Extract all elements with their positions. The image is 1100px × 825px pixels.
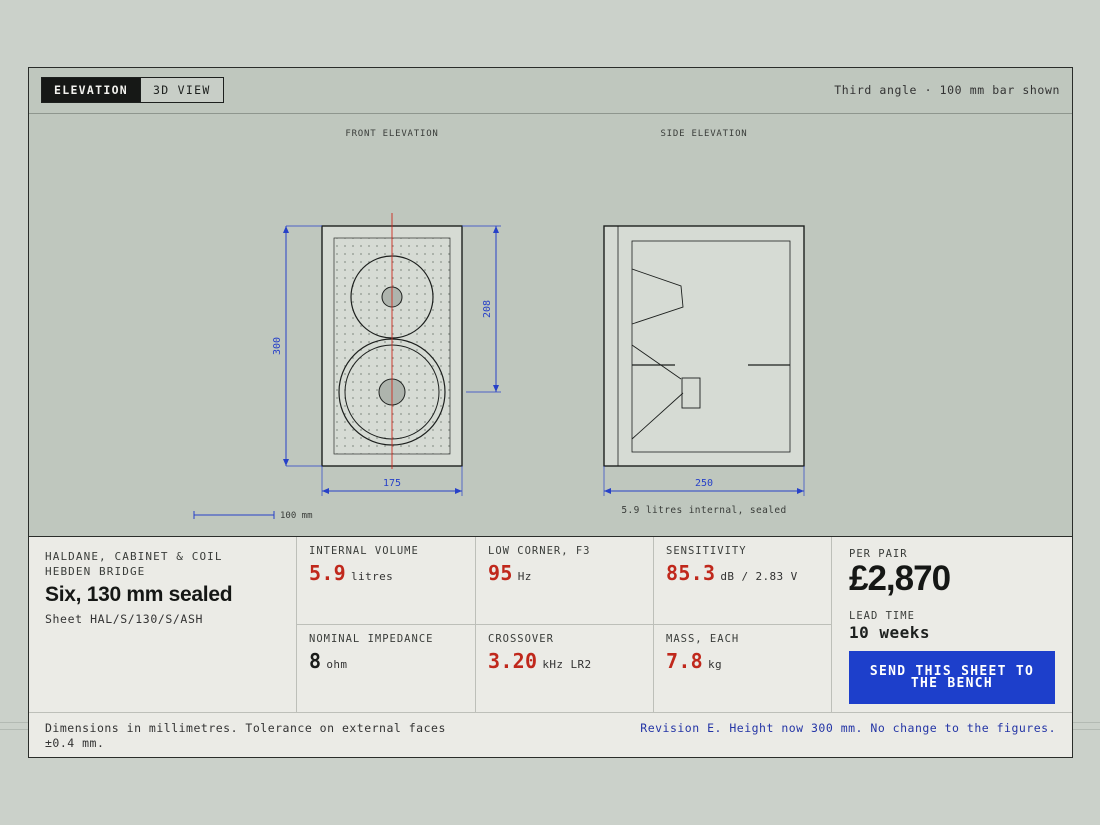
spec-value: 85.3 xyxy=(666,561,716,585)
view-tabs: ELEVATION 3D VIEW xyxy=(41,77,224,103)
sheet-reference: Sheet HAL/S/130/S/ASH xyxy=(45,612,203,626)
spec-label: MASS, EACH xyxy=(666,633,740,645)
pricing-panel: PER PAIR £2,870 LEAD TIME 10 weeks SEND … xyxy=(832,537,1072,712)
spec-panel: HALDANE, CABINET & COIL HEBDEN BRIDGE Si… xyxy=(29,536,1072,757)
spec-mass: MASS, EACH 7.8 kg xyxy=(654,625,832,712)
spec-nominal-impedance: NOMINAL IMPEDANCE 8 ohm xyxy=(297,625,476,712)
spec-unit: ohm xyxy=(326,658,348,671)
spec-value: 5.9 xyxy=(309,561,347,585)
spec-grid: INTERNAL VOLUME 5.9 litres LOW CORNER, F3… xyxy=(297,537,832,712)
model-title: Six, 130 mm sealed xyxy=(45,583,233,606)
spec-label: CROSSOVER xyxy=(488,633,554,645)
tab-elevation[interactable]: ELEVATION xyxy=(42,78,141,102)
projection-note: Third angle · 100 mm bar shown xyxy=(834,83,1060,97)
spec-value: 95 xyxy=(488,561,513,585)
width-dimension: 175 xyxy=(383,478,401,489)
spec-unit: litres xyxy=(351,570,394,583)
spec-unit: kg xyxy=(708,658,723,671)
view-toolbar: ELEVATION 3D VIEW Third angle · 100 mm b… xyxy=(29,68,1072,114)
side-elevation-title: SIDE ELEVATION xyxy=(660,129,747,139)
driver-span-dimension: 208 xyxy=(482,300,493,318)
spec-label: SENSITIVITY xyxy=(666,545,747,557)
spec-sensitivity: SENSITIVITY 85.3 dB / 2.83 V xyxy=(654,537,832,625)
height-dimension: 300 xyxy=(272,337,283,355)
lead-time-label: LEAD TIME xyxy=(849,610,915,622)
spec-value: 8 xyxy=(309,649,322,673)
side-caption: 5.9 litres internal, sealed xyxy=(621,505,786,516)
lead-time-value: 10 weeks xyxy=(849,623,931,642)
spec-value: 7.8 xyxy=(666,649,704,673)
scale-bar: 100 mm xyxy=(193,511,313,521)
side-view: 250 5.9 litres internal, sealed xyxy=(603,225,805,516)
spec-label: LOW CORNER, F3 xyxy=(488,545,591,557)
spec-unit: kHz LR2 xyxy=(542,658,592,671)
revision-note[interactable]: Revision E. Height now 300 mm. No change… xyxy=(640,721,1056,735)
spec-low-corner: LOW CORNER, F3 95 Hz xyxy=(476,537,654,625)
front-elevation-title: FRONT ELEVATION xyxy=(345,129,438,139)
send-to-bench-button[interactable]: SEND THIS SHEET TO THE BENCH xyxy=(849,651,1055,704)
tolerance-note: Dimensions in millimetres. Tolerance on … xyxy=(45,721,446,750)
spec-internal-volume: INTERNAL VOLUME 5.9 litres xyxy=(297,537,476,625)
price-amount: £2,870 xyxy=(849,559,951,598)
spec-value: 3.20 xyxy=(488,649,538,673)
spec-label: INTERNAL VOLUME xyxy=(309,545,419,557)
spec-unit: Hz xyxy=(517,570,532,583)
drawing-sheet: ELEVATION 3D VIEW Third angle · 100 mm b… xyxy=(28,67,1073,758)
scale-bar-label: 100 mm xyxy=(280,511,313,521)
sheet-footer: Dimensions in millimetres. Tolerance on … xyxy=(29,712,1072,757)
depth-dimension: 250 xyxy=(695,478,713,489)
spec-unit: dB / 2.83 V xyxy=(720,570,798,583)
spec-crossover: CROSSOVER 3.20 kHz LR2 xyxy=(476,625,654,712)
maker-name: HALDANE, CABINET & COIL HEBDEN BRIDGE xyxy=(45,550,223,578)
front-view: 300 208 175 xyxy=(272,213,501,496)
product-identity: HALDANE, CABINET & COIL HEBDEN BRIDGE Si… xyxy=(29,537,297,712)
spec-label: NOMINAL IMPEDANCE xyxy=(309,633,434,645)
tab-3d-view[interactable]: 3D VIEW xyxy=(140,78,223,102)
elevation-drawing: FRONT ELEVATION SIDE ELEVATION 300 208 1… xyxy=(29,114,1074,536)
drawing-canvas: FRONT ELEVATION SIDE ELEVATION 300 208 1… xyxy=(193,129,805,521)
